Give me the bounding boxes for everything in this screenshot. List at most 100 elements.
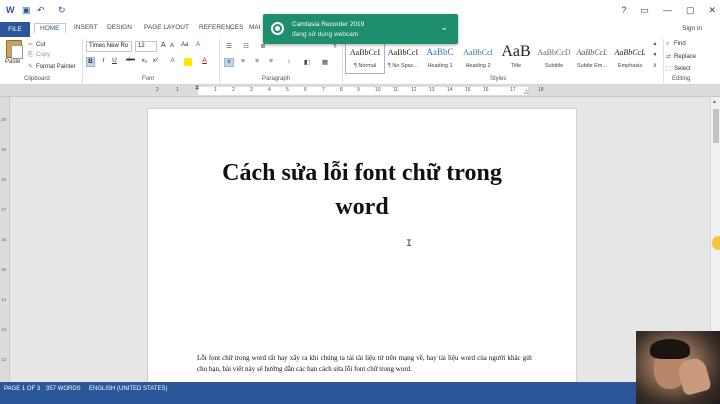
style-heading-2[interactable]: AaBbCcl Heading 2 [458,40,498,74]
document-canvas[interactable]: Cách sửa lỗi font chữ trong word I Lỗi f… [10,97,710,382]
vertical-ruler[interactable]: 20 19 18 17 16 15 14 13 12 [0,97,10,382]
find-icon: ⌕ [666,41,670,47]
title-line-1[interactable]: Cách sửa lỗi font chữ trong [148,156,576,190]
style-preview: AaBbCcl [463,47,493,57]
tab-home[interactable]: HOME [34,23,66,33]
font-size-box[interactable]: 12 [135,41,157,52]
clear-formatting-icon[interactable]: A [196,42,200,48]
style-subtle-emphasis[interactable]: AaBbCcL Subtle Em... [572,40,612,74]
ruler-number: 18 [538,87,544,93]
superscript-button[interactable]: x² [151,57,160,67]
save-icon[interactable]: ▣ [22,5,31,16]
font-color-icon[interactable]: A [200,57,209,67]
ruler-number: 3 [250,87,253,93]
webcam-overlay [636,331,720,404]
shading-icon[interactable]: ◧ [302,58,312,67]
style-preview: AaBbC [426,47,454,57]
highlight-icon[interactable] [184,58,192,66]
ruler-number: 14 [1,297,7,302]
tab-page-layout[interactable]: PAGE LAYOUT [144,24,189,31]
style-subtitle[interactable]: AaBbCcD Subtitle [534,40,574,74]
indent-marker-icon[interactable]: ⧗ [195,85,199,92]
ribbon-display-icon[interactable]: ▭ [640,5,649,16]
format-painter-button[interactable]: ✎ Format Painter [28,63,76,70]
style-heading-1[interactable]: AaBbC Heading 1 [420,40,460,74]
ruler-number: 2 [232,87,235,93]
change-case-icon[interactable]: Aa [181,42,188,48]
select-label: Select [674,66,691,72]
replace-button[interactable]: ⇄ Replace [666,53,696,60]
right-indent-marker-icon[interactable]: △ [524,88,529,95]
camtasia-notification[interactable]: Camtasia Recorder 2019 đang sử dụng webc… [263,14,458,44]
style-no-spacing[interactable]: AaBbCcI ¶ No Spac... [383,40,423,74]
maximize-icon[interactable]: ▢ [686,5,695,16]
select-button[interactable]: ⬚ Select [666,65,691,72]
document-body-paragraph[interactable]: Lỗi font chữ trong word rất hay xẩy ra k… [197,353,532,375]
paste-icon[interactable] [6,40,23,59]
notification-title: Camtasia Recorder 2019 [292,21,365,28]
bold-button[interactable]: B [86,57,95,67]
title-line-2[interactable]: word [148,190,576,224]
borders-icon[interactable]: ▦ [320,58,330,67]
paste-button[interactable]: Paste [5,59,20,65]
tab-insert[interactable]: INSERT [74,24,98,31]
tab-mailings[interactable]: MAI [249,24,261,31]
find-button[interactable]: ⌕ Find [666,41,686,48]
line-spacing-icon[interactable]: ↕ [284,58,294,67]
grow-font-icon[interactable]: A [161,42,166,49]
font-name-box[interactable]: Times New Ro [86,41,132,52]
ruler-number: 6 [304,87,307,93]
style-name: Heading 1 [427,63,453,69]
redo-icon[interactable]: ↻ [58,5,66,16]
subscript-button[interactable]: x₂ [140,57,149,67]
align-left-icon[interactable]: ≡ [224,58,234,67]
ruler-number: 11 [393,87,399,93]
style-name: Title [510,63,522,69]
replace-label: Replace [674,54,697,60]
style-name: ¶ Normal [353,63,377,69]
minimize-icon[interactable]: — [663,5,672,16]
style-normal[interactable]: AaBbCcI ¶ Normal [345,40,385,74]
undo-icon[interactable]: ↶ [37,5,45,16]
page-count[interactable]: PAGE 1 OF 3 [4,386,40,392]
shrink-font-icon[interactable]: A [170,43,174,49]
select-icon: ⬚ [666,66,672,72]
styles-scroll-up-icon[interactable]: ▲ [650,41,660,50]
text-effects-icon[interactable]: A [168,57,177,67]
justify-icon[interactable]: ≡ [266,58,276,67]
bullets-icon[interactable]: ☰ [224,42,234,51]
horizontal-ruler[interactable]: 2 1 1 2 3 4 5 6 7 8 9 10 11 12 13 14 15 … [0,85,720,97]
sign-in-link[interactable]: Sign in [682,25,702,32]
help-icon[interactable]: ? [621,5,626,16]
strikethrough-button[interactable]: abc [124,57,137,67]
styles-more-icon[interactable]: ⊻ [650,63,660,72]
status-bar: PAGE 1 OF 3 357 WORDS ENGLISH (UNITED ST… [0,382,720,404]
tab-design[interactable]: DESIGN [107,24,132,31]
style-emphasis[interactable]: AaBbCcL Emphasis [610,40,650,74]
text-cursor-icon: I [406,239,413,250]
document-title[interactable]: Cách sửa lỗi font chữ trong word [148,156,576,224]
document-page[interactable]: Cách sửa lỗi font chữ trong word I Lỗi f… [147,108,577,382]
tab-file[interactable]: FILE [0,22,30,37]
word-count[interactable]: 357 WORDS [46,386,81,392]
cut-button[interactable]: ✂ Cut [28,41,45,48]
divider [219,39,220,83]
copy-button[interactable]: ⎘ Copy [28,52,50,59]
styles-scroll-down-icon[interactable]: ▼ [650,52,660,61]
close-icon[interactable]: ✕ [708,5,716,16]
scroll-up-icon[interactable]: ▲ [712,99,717,105]
tab-references[interactable]: REFERENCES [199,24,243,31]
language-indicator[interactable]: ENGLISH (UNITED STATES) [89,386,167,392]
webcam-icon [271,22,284,35]
chevron-down-icon[interactable]: ⌄ [440,22,448,33]
align-right-icon[interactable]: ≡ [252,58,262,67]
ruler-number: 1 [176,87,179,93]
align-center-icon[interactable]: ≡ [238,58,248,67]
numbering-icon[interactable]: ☷ [241,42,251,51]
underline-button[interactable]: U [110,57,119,67]
style-title[interactable]: AaB Title [496,40,536,74]
italic-button[interactable]: I [99,57,108,67]
style-preview: AaBbCcI [387,47,419,57]
floating-indicator [712,236,720,250]
scrollbar-thumb[interactable] [713,109,719,143]
